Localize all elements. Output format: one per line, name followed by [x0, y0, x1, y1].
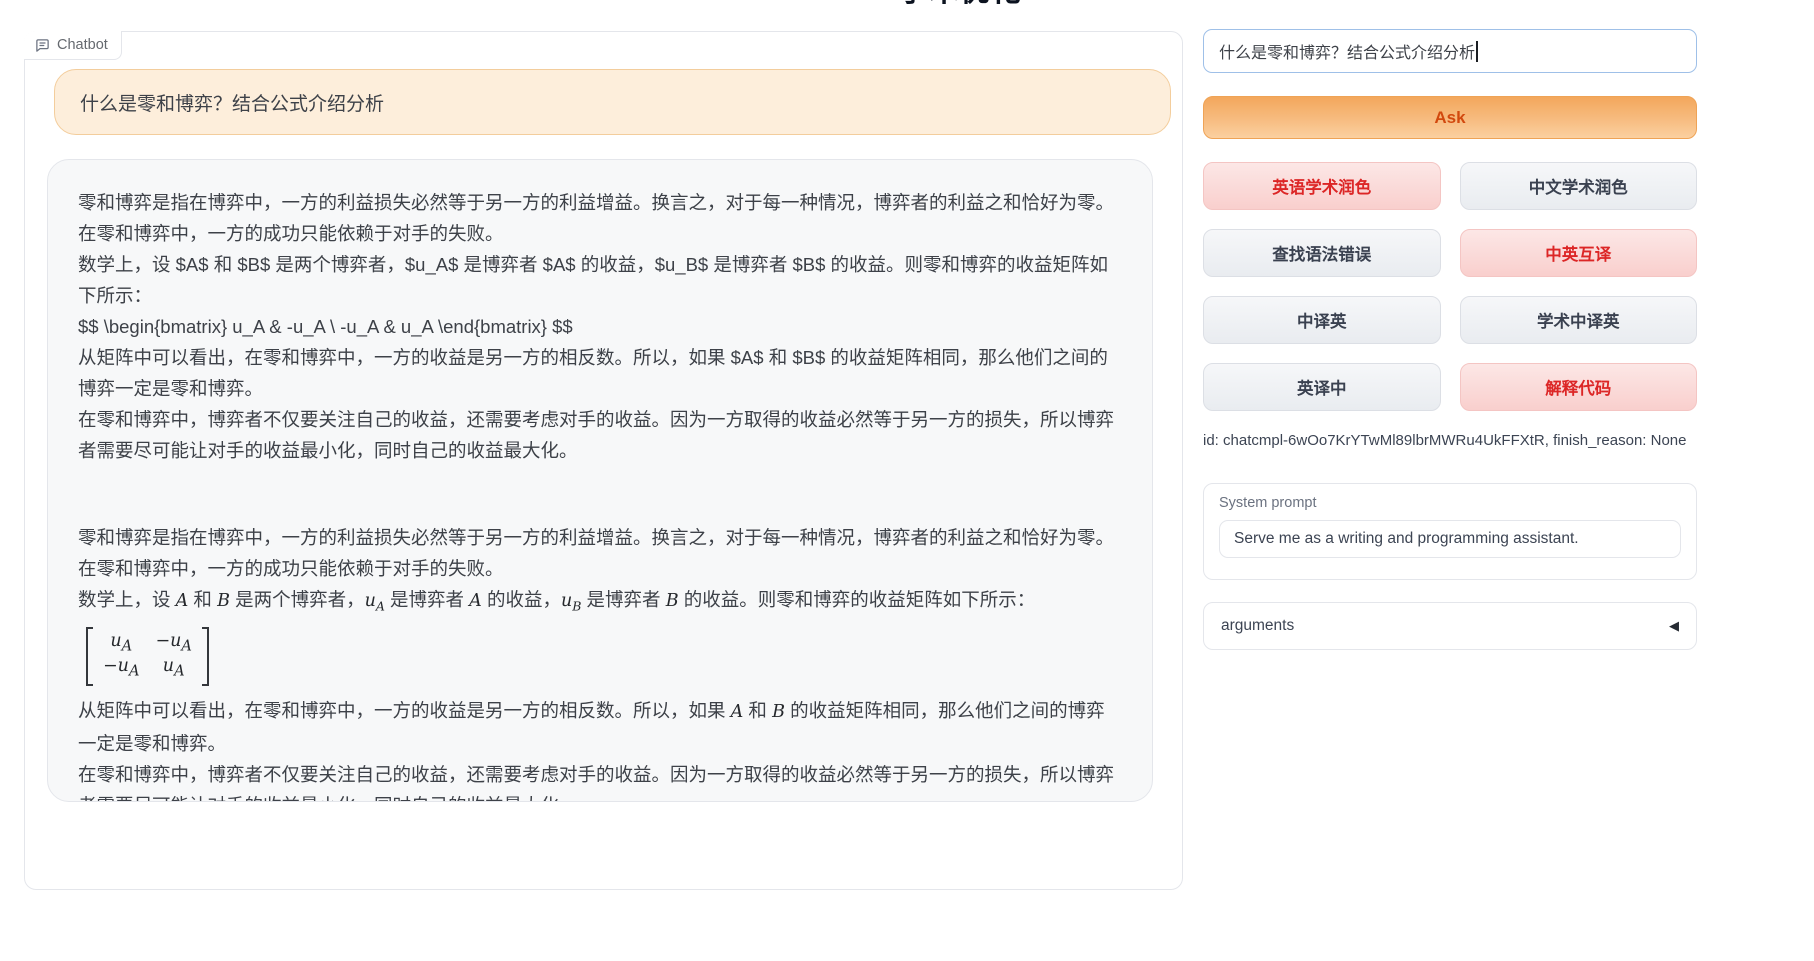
page-title-clipped: 学术优化: [898, 0, 1022, 7]
bot-paragraph: 从矩阵中可以看出，在零和博弈中，一方的收益是另一方的相反数。所以，如果 $A$ …: [78, 342, 1122, 404]
system-prompt-label: System prompt: [1219, 495, 1681, 511]
bot-paragraph-with-math: 从矩阵中可以看出，在零和博弈中，一方的收益是另一方的相反数。所以，如果 A 和 …: [78, 695, 1122, 759]
action-academic-zh-to-en[interactable]: 学术中译英: [1460, 296, 1698, 344]
bot-paragraph-with-math: 数学上，设 A 和 B 是两个博弈者，uA 是博弈者 A 的收益，uB 是博弈者…: [78, 584, 1122, 622]
bot-paragraph: 零和博弈是指在博弈中，一方的利益损失必然等于另一方的利益增益。换言之，对于每一种…: [78, 522, 1122, 584]
bot-paragraph: 数学上，设 $A$ 和 $B$ 是两个博弈者，$u_A$ 是博弈者 $A$ 的收…: [78, 249, 1122, 311]
prompt-input-value: 什么是零和博弈？结合公式介绍分析: [1219, 39, 1475, 63]
action-explain-code[interactable]: 解释代码: [1460, 363, 1698, 411]
matrix-right-bracket: [202, 627, 209, 686]
arguments-accordion[interactable]: arguments ◀: [1203, 602, 1697, 650]
action-button-grid: 英语学术润色 中文学术润色 查找语法错误 中英互译 中译英 学术中译英 英译中 …: [1203, 162, 1697, 411]
action-en-to-zh[interactable]: 英译中: [1203, 363, 1441, 411]
chat-bubble-icon: [35, 38, 50, 53]
user-message-text: 什么是零和博弈？结合公式介绍分析: [80, 89, 384, 116]
math-var: u: [561, 591, 572, 611]
bot-paragraph: 零和博弈是指在博弈中，一方的利益损失必然等于另一方的利益增益。换言之，对于每一种…: [78, 187, 1122, 249]
system-prompt-value: Serve me as a writing and programming as…: [1234, 530, 1579, 547]
chatbot-label: Chatbot: [24, 31, 122, 60]
matrix-cell: −uA: [155, 631, 191, 657]
chatbot-label-text: Chatbot: [57, 37, 108, 53]
user-message-bubble: 什么是零和博弈？结合公式介绍分析: [54, 69, 1171, 135]
ask-button[interactable]: Ask: [1203, 96, 1697, 139]
action-english-academic-polish[interactable]: 英语学术润色: [1203, 162, 1441, 210]
chatbot-panel: Chatbot 什么是零和博弈？结合公式介绍分析 零和博弈是指在博弈中，一方的利…: [24, 31, 1183, 890]
completion-id-text: id: chatcmpl-6wOo7KrYTwMl89lbrMWRu4UkFFX…: [1203, 432, 1763, 449]
math-var: A: [731, 702, 744, 722]
system-prompt-card: System prompt Serve me as a writing and …: [1203, 483, 1697, 580]
text-caret: [1476, 41, 1478, 62]
matrix-left-bracket: [86, 627, 93, 686]
math-var: u: [365, 591, 376, 611]
action-find-grammar-errors[interactable]: 查找语法错误: [1203, 229, 1441, 277]
matrix-cell: uA: [110, 631, 132, 657]
action-zh-en-mutual-translate[interactable]: 中英互译: [1460, 229, 1698, 277]
bot-paragraph: 在零和博弈中，博弈者不仅要关注自己的收益，还需要考虑对手的收益。因为一方取得的收…: [78, 404, 1122, 466]
app-root: 学术优化 Chatbot 什么是零和博弈？结合公式介绍分析 零和博弈是指在博弈中…: [0, 0, 1814, 961]
accordion-label: arguments: [1221, 617, 1294, 635]
latex-source-line: $$ \begin{bmatrix} u_A & -u_A \ -u_A & u…: [78, 311, 1122, 342]
collapse-triangle-icon: ◀: [1669, 618, 1679, 634]
action-chinese-academic-polish[interactable]: 中文学术润色: [1460, 162, 1698, 210]
bot-message-bubble: 零和博弈是指在博弈中，一方的利益损失必然等于另一方的利益增益。换言之，对于每一种…: [47, 159, 1153, 802]
matrix-cell: −uA: [103, 656, 139, 682]
action-zh-to-en[interactable]: 中译英: [1203, 296, 1441, 344]
math-var: B: [772, 702, 785, 722]
prompt-input[interactable]: 什么是零和博弈？结合公式介绍分析: [1203, 29, 1697, 73]
rendered-matrix: uA −uA −uA uA: [86, 627, 209, 686]
math-var: B: [666, 591, 679, 611]
bot-paragraph: 在零和博弈中，博弈者不仅要关注自己的收益，还需要考虑对手的收益。因为一方取得的收…: [78, 759, 1122, 802]
math-var: A: [176, 591, 189, 611]
system-prompt-input[interactable]: Serve me as a writing and programming as…: [1219, 520, 1681, 558]
matrix-cell: uA: [163, 656, 185, 682]
math-var: A: [469, 591, 482, 611]
math-var: B: [217, 591, 230, 611]
